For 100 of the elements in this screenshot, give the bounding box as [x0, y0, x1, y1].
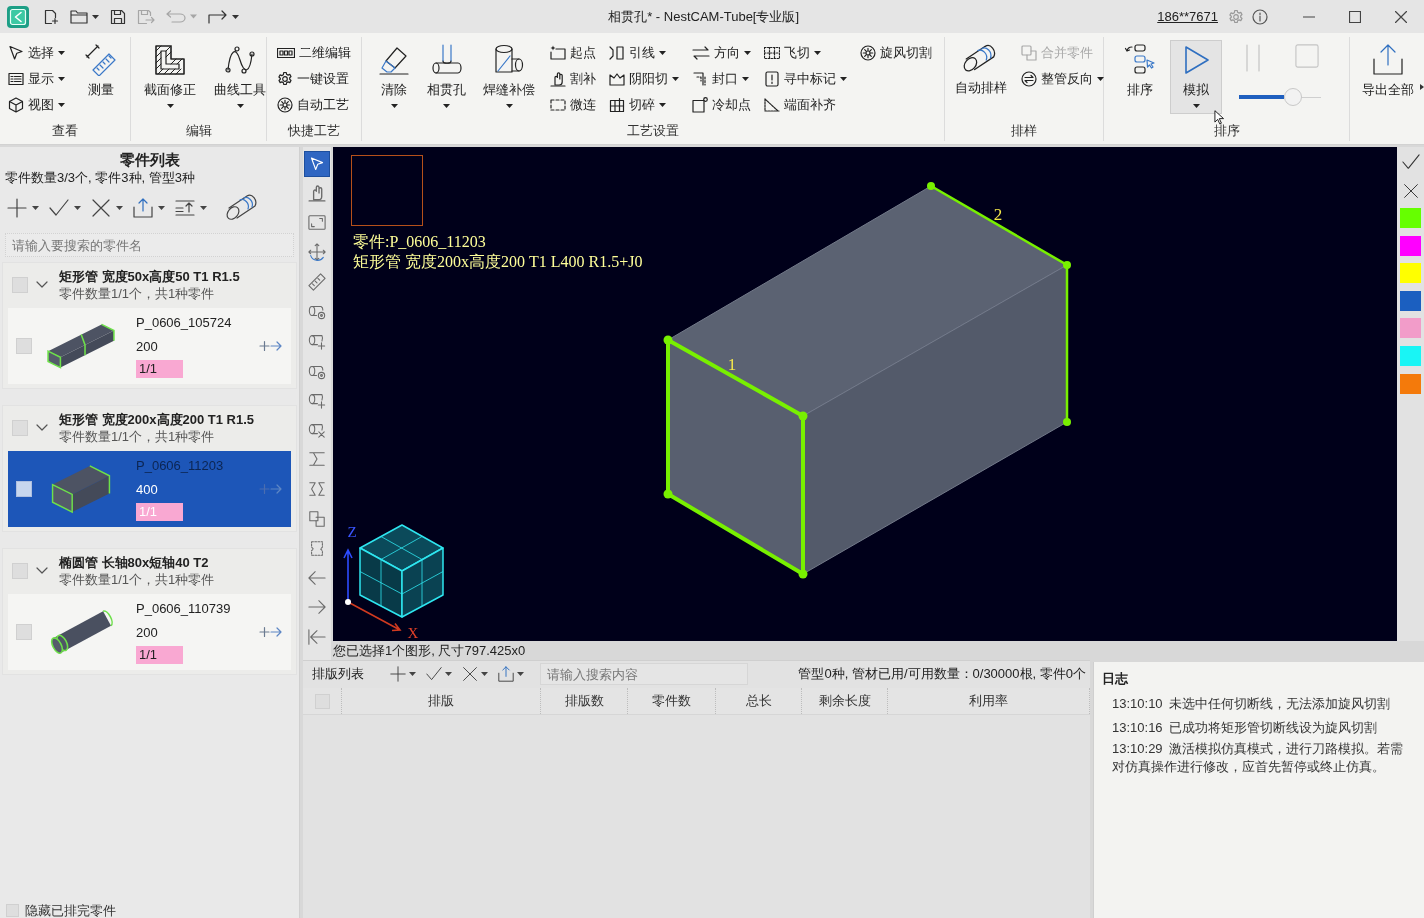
color-swatch-icon[interactable] — [1400, 318, 1421, 339]
ribbon-button[interactable]: 导出全部 — [1358, 40, 1418, 114]
more-arrow-icon[interactable] — [1420, 84, 1424, 90]
mirrored-sigma-icon[interactable] — [308, 480, 326, 499]
part-card[interactable]: P_0606_105724 200 1/1 — [8, 308, 291, 384]
redo-icon[interactable] — [208, 9, 239, 24]
move-rotate-icon[interactable] — [308, 243, 326, 262]
caret-icon[interactable] — [200, 206, 207, 210]
ribbon-button[interactable]: 引线 — [607, 40, 681, 66]
ribbon-button[interactable]: 飞切 — [762, 40, 849, 66]
overlapping-shapes-icon[interactable] — [308, 509, 326, 528]
caret-icon[interactable] — [158, 206, 165, 210]
part-card[interactable]: P_0606_11203 400 1/1 — [8, 451, 291, 527]
upload-icon[interactable] — [133, 198, 153, 218]
checkbox[interactable] — [16, 338, 32, 354]
ribbon-button[interactable]: 测量 — [81, 40, 121, 114]
close-icon[interactable] — [1395, 10, 1407, 23]
ribbon-button[interactable]: 旋风切割 — [858, 40, 934, 66]
arrow-left-icon[interactable] — [308, 568, 326, 587]
hand-icon[interactable] — [308, 184, 326, 203]
info-icon[interactable] — [1252, 8, 1268, 25]
caret-icon[interactable] — [481, 672, 488, 676]
color-swatch-icon[interactable] — [1400, 345, 1421, 366]
column-header[interactable]: 利用率 — [969, 692, 1008, 710]
check-icon[interactable] — [49, 198, 69, 218]
tube-model[interactable] — [663, 182, 1071, 579]
chevron-down-icon[interactable] — [36, 424, 48, 431]
ribbon-button[interactable]: 截面修正 — [140, 40, 200, 114]
checkbox[interactable] — [12, 419, 28, 436]
x-mark-icon[interactable] — [91, 198, 111, 218]
frame-corners-icon[interactable] — [308, 213, 326, 232]
caret-icon[interactable] — [445, 672, 452, 676]
ribbon-button[interactable]: 排序 — [1120, 40, 1160, 114]
settings-icon[interactable] — [1228, 8, 1244, 25]
cursor-icon[interactable] — [304, 150, 330, 177]
check-icon[interactable] — [1401, 153, 1420, 171]
plus-icon[interactable] — [7, 198, 27, 218]
column-header[interactable]: 排版 — [428, 692, 454, 710]
color-swatch-icon[interactable] — [1400, 290, 1421, 311]
column-header[interactable]: 剩余长度 — [818, 692, 871, 710]
ribbon-button[interactable]: 端面补齐 — [762, 92, 849, 118]
ribbon-button[interactable]: 显示 — [6, 66, 67, 92]
ribbon-button[interactable]: 整管反向 — [1019, 66, 1106, 92]
ribbon-button[interactable]: 方向 — [690, 40, 753, 66]
color-swatch-icon[interactable] — [1400, 235, 1421, 256]
checkbox[interactable] — [12, 276, 28, 293]
sort-up-icon[interactable] — [175, 198, 195, 218]
color-swatch-icon[interactable] — [1400, 263, 1421, 284]
chevron-down-icon[interactable] — [36, 281, 48, 288]
ribbon-button[interactable]: 自动排样 — [951, 40, 1011, 114]
tube-plus-icon[interactable] — [308, 332, 326, 351]
x-mark-icon[interactable] — [462, 666, 478, 682]
upload-icon[interactable] — [498, 666, 514, 682]
ribbon-button[interactable]: 相贯孔 — [423, 40, 470, 114]
tube-plus-icon[interactable] — [308, 391, 326, 410]
save-icon[interactable] — [110, 8, 126, 25]
plus-arrow-icon[interactable] — [259, 625, 283, 639]
ribbon-button[interactable]: 焊缝补偿 — [479, 40, 539, 114]
app-logo[interactable] — [7, 5, 29, 28]
checkbox[interactable] — [12, 562, 28, 579]
ribbon-button[interactable]: 起点 — [548, 40, 598, 66]
caret-icon[interactable] — [409, 672, 416, 676]
view-cube[interactable] — [359, 524, 444, 618]
search-field[interactable]: 请输入搜索内容 — [540, 663, 748, 685]
color-swatch-icon[interactable] — [1400, 373, 1421, 394]
checkbox[interactable] — [16, 624, 32, 640]
folder-icon[interactable] — [70, 9, 99, 24]
ribbon-button[interactable]: 阴阳切 — [607, 66, 681, 92]
ribbon-button[interactable]: 割补 — [548, 66, 598, 92]
ribbon-button[interactable]: 切碎 — [607, 92, 681, 118]
new-file-icon[interactable] — [43, 8, 59, 25]
ribbon-button[interactable]: 曲线工具 — [210, 40, 270, 114]
ruler-icon[interactable] — [308, 272, 326, 291]
ribbon-button[interactable]: 视图 — [6, 92, 67, 118]
caret-icon[interactable] — [74, 206, 81, 210]
maximize-icon[interactable] — [1349, 10, 1361, 23]
x-mark-icon[interactable] — [1402, 183, 1419, 199]
column-header[interactable]: 排版数 — [564, 692, 604, 710]
check-icon[interactable] — [426, 666, 442, 682]
ribbon-button[interactable]: 自动工艺 — [275, 92, 353, 118]
ribbon-button[interactable]: 微连 — [548, 92, 598, 118]
minimize-icon[interactable] — [1303, 15, 1315, 18]
checkbox[interactable] — [6, 904, 19, 917]
arrow-right-icon[interactable] — [308, 598, 326, 617]
arrow-left-bar-icon[interactable] — [308, 628, 326, 646]
sigma-shape-icon[interactable] — [308, 450, 326, 469]
ribbon-button[interactable]: 寻中标记 — [762, 66, 849, 92]
plus-arrow-icon[interactable] — [259, 339, 283, 353]
ribbon-button[interactable]: 清除 — [374, 40, 414, 114]
column-header[interactable]: 总长 — [745, 692, 772, 710]
chevron-down-icon[interactable] — [36, 567, 48, 574]
part-card[interactable]: P_0606_110739 200 1/1 — [8, 594, 291, 670]
caret-icon[interactable] — [517, 672, 524, 676]
ribbon-button[interactable]: 二维编辑 — [275, 40, 353, 66]
ribbon-button[interactable]: 冷却点 — [690, 92, 753, 118]
search-field[interactable]: 请输入要搜索的零件名 — [5, 233, 294, 257]
caret-icon[interactable] — [116, 206, 123, 210]
ribbon-button[interactable]: 选择 — [6, 40, 67, 66]
column-header[interactable]: 零件数 — [652, 692, 691, 710]
caret-icon[interactable] — [32, 206, 39, 210]
